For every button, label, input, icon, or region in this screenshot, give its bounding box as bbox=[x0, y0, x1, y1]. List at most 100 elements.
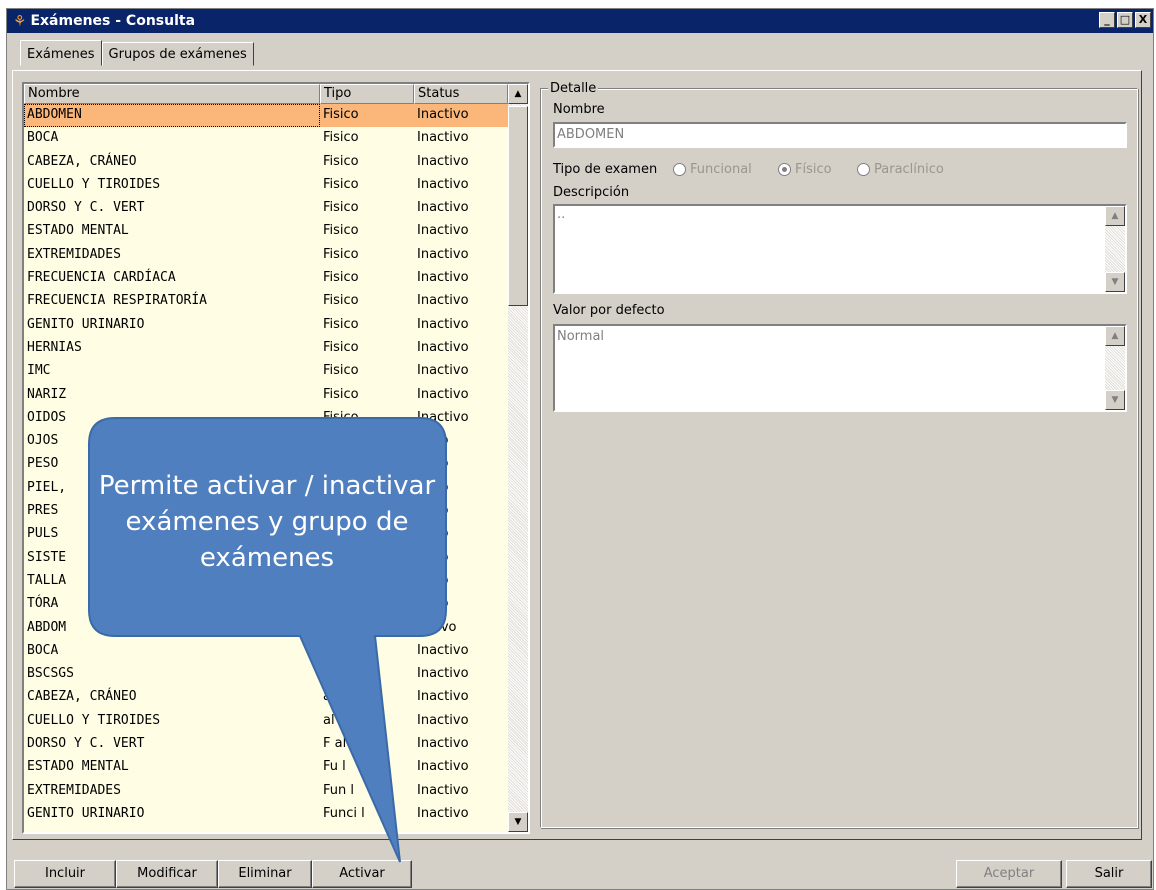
table-row[interactable]: HERNIAS Fisico Inactivo bbox=[24, 337, 508, 360]
cell-status: Inactivo bbox=[417, 130, 469, 146]
callout-text: Permite activar / inactivar exámenes y g… bbox=[98, 471, 436, 573]
aceptar-button[interactable]: Aceptar bbox=[956, 860, 1062, 888]
cell-status: Inactivo bbox=[417, 107, 469, 122]
table-row[interactable]: NARIZ Fisico Inactivo bbox=[24, 384, 508, 407]
cell-status: Inactivo bbox=[417, 736, 469, 752]
table-row[interactable]: ABDOMEN Fisico Inactivo bbox=[24, 104, 508, 128]
table-row[interactable]: OJOS ctivo bbox=[24, 430, 508, 453]
salir-button[interactable]: Salir bbox=[1066, 860, 1152, 888]
cell-status: Inactivo bbox=[417, 386, 469, 402]
radio-fisico[interactable]: Físico bbox=[778, 162, 832, 177]
cell-tipo: al bbox=[323, 642, 335, 658]
cell-tipo: Fun l bbox=[323, 782, 354, 798]
cell-name: FRECUENCIA RESPIRATORÍA bbox=[27, 293, 208, 309]
descripcion-scrollbar[interactable]: ▲ ▼ bbox=[1105, 206, 1125, 292]
table-row[interactable]: DORSO Y C. VERT F al Inactivo bbox=[24, 733, 508, 756]
cell-name: CUELLO Y TIROIDES bbox=[27, 176, 161, 192]
header-nombre[interactable]: Nombre bbox=[24, 84, 320, 104]
cell-name: NARIZ bbox=[27, 386, 67, 402]
cell-status: Inactivo bbox=[417, 200, 469, 216]
cell-tipo: al bbox=[323, 689, 335, 705]
cell-tipo: al bbox=[323, 666, 335, 682]
minimize-button[interactable]: _ bbox=[1099, 12, 1115, 28]
cell-tipo: al bbox=[323, 712, 335, 728]
window-title: Exámenes - Consulta bbox=[30, 13, 196, 29]
eliminar-button[interactable]: Eliminar bbox=[218, 860, 312, 888]
table-row[interactable]: OIDOS Fisico Inactivo bbox=[24, 407, 508, 430]
radio-funcional[interactable]: Funcional bbox=[673, 162, 752, 177]
table-row[interactable]: DORSO Y C. VERT Fisico Inactivo bbox=[24, 197, 508, 220]
cell-tipo: Fisico bbox=[323, 316, 359, 332]
nombre-field[interactable]: ABDOMEN bbox=[553, 122, 1127, 148]
cell-name: IMC bbox=[27, 363, 51, 379]
tab-examenes[interactable]: Exámenes bbox=[20, 40, 102, 66]
table-row[interactable]: BOCA al Inactivo bbox=[24, 640, 508, 663]
cell-status: Inactivo bbox=[417, 805, 469, 821]
cell-tipo: Funci l bbox=[323, 805, 365, 821]
table-row[interactable]: BOCA Fisico Inactivo bbox=[24, 127, 508, 150]
table-row[interactable]: ESTADO MENTAL Fu l Inactivo bbox=[24, 756, 508, 779]
cell-tipo: Fisico bbox=[323, 246, 359, 262]
cell-name: ESTADO MENTAL bbox=[27, 759, 129, 775]
header-tipo[interactable]: Tipo bbox=[320, 84, 414, 104]
radio-funcional-label: Funcional bbox=[690, 162, 752, 177]
incluir-button[interactable]: Incluir bbox=[14, 860, 116, 888]
cell-name: DORSO Y C. VERT bbox=[27, 736, 145, 752]
valor-scrollbar[interactable]: ▲ ▼ bbox=[1105, 326, 1125, 410]
table-row[interactable]: EXTREMIDADES Fun l Inactivo bbox=[24, 780, 508, 803]
descripcion-field[interactable]: .. ▲ ▼ bbox=[553, 204, 1127, 294]
tab-grupos-examenes[interactable]: Grupos de exámenes bbox=[101, 42, 254, 66]
valor-defecto-field[interactable]: Normal ▲ ▼ bbox=[553, 324, 1127, 412]
cell-status: Inactivo bbox=[417, 759, 469, 775]
cell-name: DORSO Y C. VERT bbox=[27, 200, 145, 216]
cell-status: Inactivo bbox=[417, 293, 469, 309]
scroll-up-icon[interactable]: ▲ bbox=[508, 84, 528, 104]
activar-button[interactable]: Activar bbox=[312, 860, 412, 888]
table-row[interactable]: GENITO URINARIO Fisico Inactivo bbox=[24, 314, 508, 337]
list-scrollbar[interactable]: ▲ ▼ bbox=[508, 84, 528, 832]
table-row[interactable]: EXTREMIDADES Fisico Inactivo bbox=[24, 244, 508, 267]
radio-paraclinico[interactable]: Paraclínico bbox=[857, 162, 944, 177]
table-row[interactable]: CABEZA, CRÁNEO Fisico Inactivo bbox=[24, 151, 508, 174]
cell-tipo: Fisico bbox=[323, 339, 359, 355]
cell-tipo: Fisico bbox=[323, 293, 359, 309]
table-row[interactable]: ESTADO MENTAL Fisico Inactivo bbox=[24, 220, 508, 243]
cell-name: OJOS bbox=[27, 433, 59, 449]
close-button[interactable]: X bbox=[1135, 12, 1151, 28]
radio-icon bbox=[673, 163, 686, 176]
detail-legend: Detalle bbox=[548, 81, 599, 96]
cell-status: Inactivo bbox=[417, 153, 469, 169]
table-row[interactable]: FRECUENCIA RESPIRATORÍA Fisico Inactivo bbox=[24, 290, 508, 313]
radio-fisico-label: Físico bbox=[795, 162, 832, 177]
scroll-up-icon[interactable]: ▲ bbox=[1105, 326, 1125, 346]
exam-list[interactable]: Nombre Tipo Status ABDOMEN Fisico Inactivo… bbox=[22, 82, 530, 834]
cell-name: EXTREMIDADES bbox=[27, 782, 121, 798]
table-row[interactable]: BSCSGS al Inactivo bbox=[24, 663, 508, 686]
cell-name: BOCA bbox=[27, 642, 59, 658]
cell-name: HERNIAS bbox=[27, 339, 82, 355]
scroll-up-icon[interactable]: ▲ bbox=[1105, 206, 1125, 226]
table-row[interactable]: CABEZA, CRÁNEO al Inactivo bbox=[24, 686, 508, 709]
cell-tipo: Fisico bbox=[323, 270, 359, 286]
table-row[interactable]: IMC Fisico Inactivo bbox=[24, 360, 508, 383]
cell-name: GENITO URINARIO bbox=[27, 316, 145, 332]
scroll-down-icon[interactable]: ▼ bbox=[1105, 272, 1125, 292]
cell-tipo: F al bbox=[323, 736, 347, 752]
title-bar[interactable]: ⚘ Exámenes - Consulta _ □ X bbox=[7, 9, 1153, 33]
scroll-down-icon[interactable]: ▼ bbox=[1105, 390, 1125, 410]
cell-status: Inactivo bbox=[417, 316, 469, 332]
scroll-down-icon[interactable]: ▼ bbox=[508, 812, 528, 832]
cell-status: Inactivo bbox=[417, 246, 469, 262]
table-row[interactable]: CUELLO Y TIROIDES Fisico Inactivo bbox=[24, 174, 508, 197]
header-status[interactable]: Status bbox=[414, 84, 508, 104]
table-row[interactable]: ABDOM activo bbox=[24, 617, 508, 640]
table-row[interactable]: CUELLO Y TIROIDES al Inactivo bbox=[24, 710, 508, 733]
modificar-button[interactable]: Modificar bbox=[116, 860, 218, 888]
table-row[interactable]: GENITO URINARIO Funci l Inactivo bbox=[24, 803, 508, 826]
maximize-button[interactable]: □ bbox=[1117, 12, 1133, 28]
cell-tipo: Fisico bbox=[323, 409, 359, 425]
cell-name: CABEZA, CRÁNEO bbox=[27, 153, 137, 169]
scroll-thumb[interactable] bbox=[508, 106, 528, 306]
table-row[interactable]: TÓRA ctivo bbox=[24, 593, 508, 616]
table-row[interactable]: FRECUENCIA CARDÍACA Fisico Inactivo bbox=[24, 267, 508, 290]
